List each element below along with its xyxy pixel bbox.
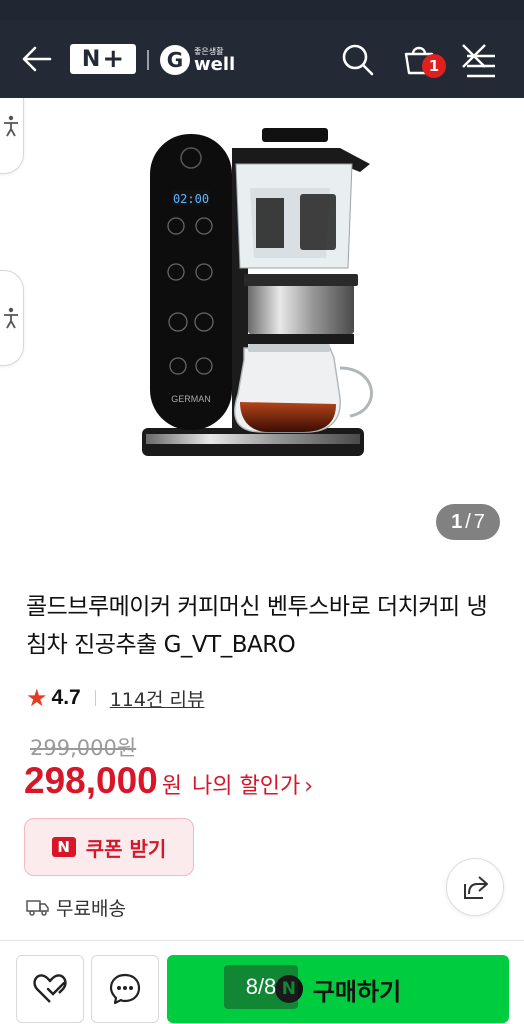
shipping-info: 무료배송 [26, 892, 126, 922]
buy-label: 구매하기 [312, 977, 402, 1006]
product-image: 02:00 GERMAN [142, 128, 373, 456]
star-icon: ★ [26, 684, 48, 712]
original-price: 299,000원 [30, 736, 137, 760]
gwell-logo[interactable]: G 좋은생활 well [160, 44, 235, 76]
naver-plus-logo[interactable]: N + [70, 44, 136, 74]
image-counter-current: 1 [451, 510, 463, 533]
logo-divider [147, 50, 149, 70]
gwell-logo-letter: G [160, 45, 190, 75]
get-coupon-button[interactable]: N 쿠폰 받기 [24, 818, 194, 876]
top-header: N + G 좋은생활 well 1 [0, 20, 524, 98]
logo-np-right: + [102, 44, 125, 74]
chevron-right-icon[interactable]: › [304, 774, 313, 799]
product-image-gallery[interactable]: 02:00 GERMAN 1 / 7 [0, 98, 524, 564]
coupon-label: 쿠폰 받기 [85, 836, 167, 861]
display-time: 02:00 [173, 192, 209, 206]
rating-row: ★ 4.7 114건 리뷰 [26, 682, 204, 714]
bottom-action-bar: N 구매하기 8/8 [0, 940, 524, 1024]
accessibility-tab-bottom[interactable] [0, 270, 24, 366]
product-brand-label: GERMAN [171, 394, 211, 404]
gwell-logo-subtitle: 좋은생활 [194, 47, 224, 56]
rating-divider [94, 690, 96, 706]
cart-count-badge: 1 [422, 54, 446, 78]
image-counter: 1 / 7 [436, 504, 500, 540]
page-indicator-overlay: 8/8 [224, 965, 298, 1009]
heart-check-icon [33, 974, 67, 1003]
chat-bubble-icon [109, 973, 141, 1005]
wishlist-button[interactable] [16, 955, 84, 1023]
truck-icon [26, 900, 49, 916]
product-title: 콜드브루메이커 커피머신 벤투스바로 더치커피 냉침차 진공추출 G_VT_BA… [26, 594, 488, 658]
back-arrow-icon[interactable] [20, 42, 54, 76]
logo-np-left: N [81, 46, 101, 72]
coupon-icon: N [51, 837, 76, 857]
accessibility-tab-top[interactable] [0, 98, 24, 174]
accessibility-icon [4, 307, 18, 329]
buy-button[interactable]: N 구매하기 [167, 955, 509, 1023]
talk-button[interactable] [91, 955, 159, 1023]
sale-price: 298,000 [24, 760, 158, 801]
share-icon [464, 876, 488, 899]
accessibility-icon [4, 115, 18, 137]
image-counter-total: 7 [473, 510, 485, 533]
my-discount-price-link[interactable]: 나의 할인가 [192, 768, 300, 800]
rating-value: 4.7 [51, 686, 81, 709]
price-currency: 원 [161, 774, 182, 799]
share-button[interactable] [446, 858, 504, 916]
price-row: 298,000 원 나의 할인가 › [24, 760, 313, 804]
search-icon[interactable] [338, 40, 376, 78]
shipping-label: 무료배송 [56, 897, 126, 920]
status-bar [0, 0, 524, 20]
image-counter-separator: / [465, 510, 471, 533]
review-count-link[interactable]: 114건 리뷰 [110, 685, 205, 712]
close-icon[interactable] [458, 40, 490, 72]
